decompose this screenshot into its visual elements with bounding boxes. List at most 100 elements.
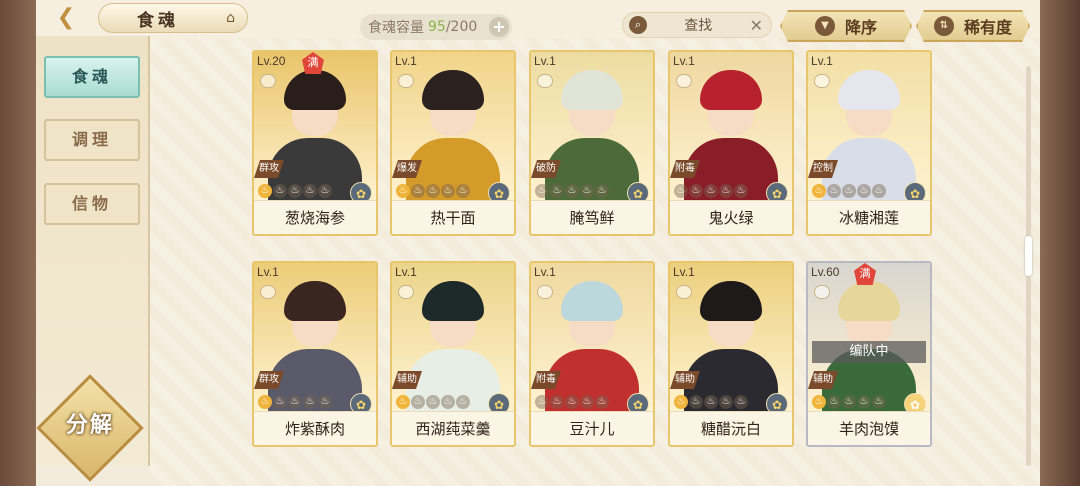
star-icon: ♨	[258, 395, 272, 409]
food-soul-card[interactable]: Lv.1 附毒 ♨ ♨ ♨ ♨ ♨ ✿ 豆汁儿	[529, 261, 655, 447]
sort-rarity-button[interactable]: ⇅ 稀有度	[916, 10, 1030, 42]
star-icon: ♨	[857, 395, 871, 409]
contract-icon	[398, 285, 414, 299]
sidebar-item-keepsake[interactable]: 信物	[44, 183, 140, 225]
star-icon: ♨	[550, 395, 564, 409]
star-icon: ♨	[734, 184, 748, 198]
contract-icon	[260, 74, 276, 88]
star-icon: ♨	[580, 184, 594, 198]
contract-icon	[537, 285, 553, 299]
star-rating: ♨ ♨ ♨ ♨ ♨	[674, 395, 748, 411]
star-icon: ♨	[565, 184, 579, 198]
capacity-current: 95	[428, 19, 446, 35]
back-arrow-icon: ❮	[56, 5, 76, 30]
add-capacity-button[interactable]: +	[489, 17, 509, 37]
portrait-hair	[284, 70, 346, 110]
home-icon[interactable]: ⌂	[226, 10, 235, 26]
food-soul-card[interactable]: Lv.1 附毒 ♨ ♨ ♨ ♨ ♨ ✿ 鬼火绿	[668, 50, 794, 236]
search-label: 查找	[684, 18, 713, 34]
portrait-hair	[561, 281, 623, 321]
portrait-hair	[422, 281, 484, 321]
level-label: Lv.1	[257, 265, 279, 279]
food-soul-name: 腌笃鲜	[531, 200, 653, 234]
star-icon: ♨	[303, 395, 317, 409]
level-label: Lv.1	[395, 54, 417, 68]
contract-icon	[676, 74, 692, 88]
star-icon: ♨	[719, 395, 733, 409]
capacity-label: 食魂容量	[368, 20, 424, 36]
in-squad-label: 编队中	[812, 341, 926, 363]
star-icon: ♨	[411, 184, 425, 198]
star-icon: ♨	[426, 395, 440, 409]
food-soul-card[interactable]: Lv.60 满编队中 辅助 ♨ ♨ ♨ ♨ ♨ ✿ 羊肉泡馍	[806, 261, 932, 447]
decompose-label[interactable]: 分解	[52, 406, 128, 446]
star-icon: ♨	[812, 395, 826, 409]
star-icon: ♨	[441, 184, 455, 198]
food-soul-card[interactable]: Lv.1 爆发 ♨ ♨ ♨ ♨ ♨ ✿ 热干面	[390, 50, 516, 236]
capacity-max: /200	[445, 19, 478, 35]
level-label: Lv.1	[673, 54, 695, 68]
level-label: Lv.1	[534, 265, 556, 279]
food-soul-card[interactable]: Lv.1 辅助 ♨ ♨ ♨ ♨ ♨ ✿ 糖醋沅白	[668, 261, 794, 447]
star-icon: ♨	[426, 184, 440, 198]
sort-rarity-label: 稀有度	[963, 18, 1012, 37]
star-rating: ♨ ♨ ♨ ♨ ♨	[396, 395, 470, 411]
contract-icon	[537, 74, 553, 88]
level-label: Lv.1	[395, 265, 417, 279]
contract-icon	[676, 285, 692, 299]
star-icon: ♨	[827, 184, 841, 198]
level-label: Lv.60	[811, 265, 840, 279]
star-rating: ♨ ♨ ♨ ♨ ♨	[258, 395, 332, 411]
star-icon: ♨	[258, 184, 272, 198]
star-icon: ♨	[318, 395, 332, 409]
star-rating: ♨ ♨ ♨ ♨ ♨	[674, 184, 748, 200]
food-soul-card[interactable]: Lv.1 辅助 ♨ ♨ ♨ ♨ ♨ ✿ 西湖莼菜羹	[390, 261, 516, 447]
portrait-hair	[838, 70, 900, 110]
scrollbar-thumb[interactable]	[1025, 236, 1032, 276]
search-box[interactable]: ⌕ 查找 ✕	[622, 12, 772, 38]
clear-icon[interactable]: ✕	[750, 16, 763, 35]
food-soul-name: 热干面	[392, 200, 514, 234]
star-icon: ♨	[704, 184, 718, 198]
star-icon: ♨	[674, 395, 688, 409]
star-icon: ♨	[565, 395, 579, 409]
star-icon: ♨	[288, 395, 302, 409]
star-icon: ♨	[535, 395, 549, 409]
page-title-tab: 食魂 ⌂	[98, 3, 248, 33]
food-soul-card[interactable]: Lv.1 群攻 ♨ ♨ ♨ ♨ ♨ ✿ 炸紫酥肉	[252, 261, 378, 447]
food-soul-card[interactable]: Lv.20 满群攻 ♨ ♨ ♨ ♨ ♨ ✿ 葱烧海参	[252, 50, 378, 236]
food-soul-name: 冰糖湘莲	[808, 200, 930, 234]
food-soul-name: 糖醋沅白	[670, 411, 792, 445]
star-rating: ♨ ♨ ♨ ♨ ♨	[535, 395, 609, 411]
level-label: Lv.1	[534, 54, 556, 68]
star-icon: ♨	[872, 395, 886, 409]
star-icon: ♨	[303, 184, 317, 198]
star-icon: ♨	[535, 184, 549, 198]
portrait-hair	[422, 70, 484, 110]
page-title: 食魂	[137, 10, 179, 31]
contract-icon	[814, 285, 830, 299]
food-soul-card[interactable]: Lv.1 控制 ♨ ♨ ♨ ♨ ♨ ✿ 冰糖湘莲	[806, 50, 932, 236]
star-icon: ♨	[842, 184, 856, 198]
food-soul-name: 羊肉泡馍	[808, 411, 930, 445]
star-icon: ♨	[456, 184, 470, 198]
star-rating: ♨ ♨ ♨ ♨ ♨	[535, 184, 609, 200]
sidebar-item-food-soul[interactable]: 食魂	[44, 56, 140, 98]
sidebar-item-conditioning[interactable]: 调理	[44, 119, 140, 161]
star-icon: ♨	[273, 395, 287, 409]
contract-icon	[398, 74, 414, 88]
portrait-hair	[700, 281, 762, 321]
sort-down-icon: ▼	[815, 16, 835, 36]
contract-icon	[814, 74, 830, 88]
food-soul-name: 炸紫酥肉	[254, 411, 376, 445]
star-icon: ♨	[595, 395, 609, 409]
sort-order-button[interactable]: ▼ 降序	[780, 10, 912, 42]
star-icon: ♨	[872, 184, 886, 198]
food-soul-name: 西湖莼菜羹	[392, 411, 514, 445]
star-icon: ♨	[704, 395, 718, 409]
back-button[interactable]: ❮	[44, 4, 88, 32]
sort-swap-icon: ⇅	[934, 16, 954, 36]
star-icon: ♨	[689, 184, 703, 198]
star-icon: ♨	[288, 184, 302, 198]
food-soul-card[interactable]: Lv.1 破防 ♨ ♨ ♨ ♨ ♨ ✿ 腌笃鲜	[529, 50, 655, 236]
